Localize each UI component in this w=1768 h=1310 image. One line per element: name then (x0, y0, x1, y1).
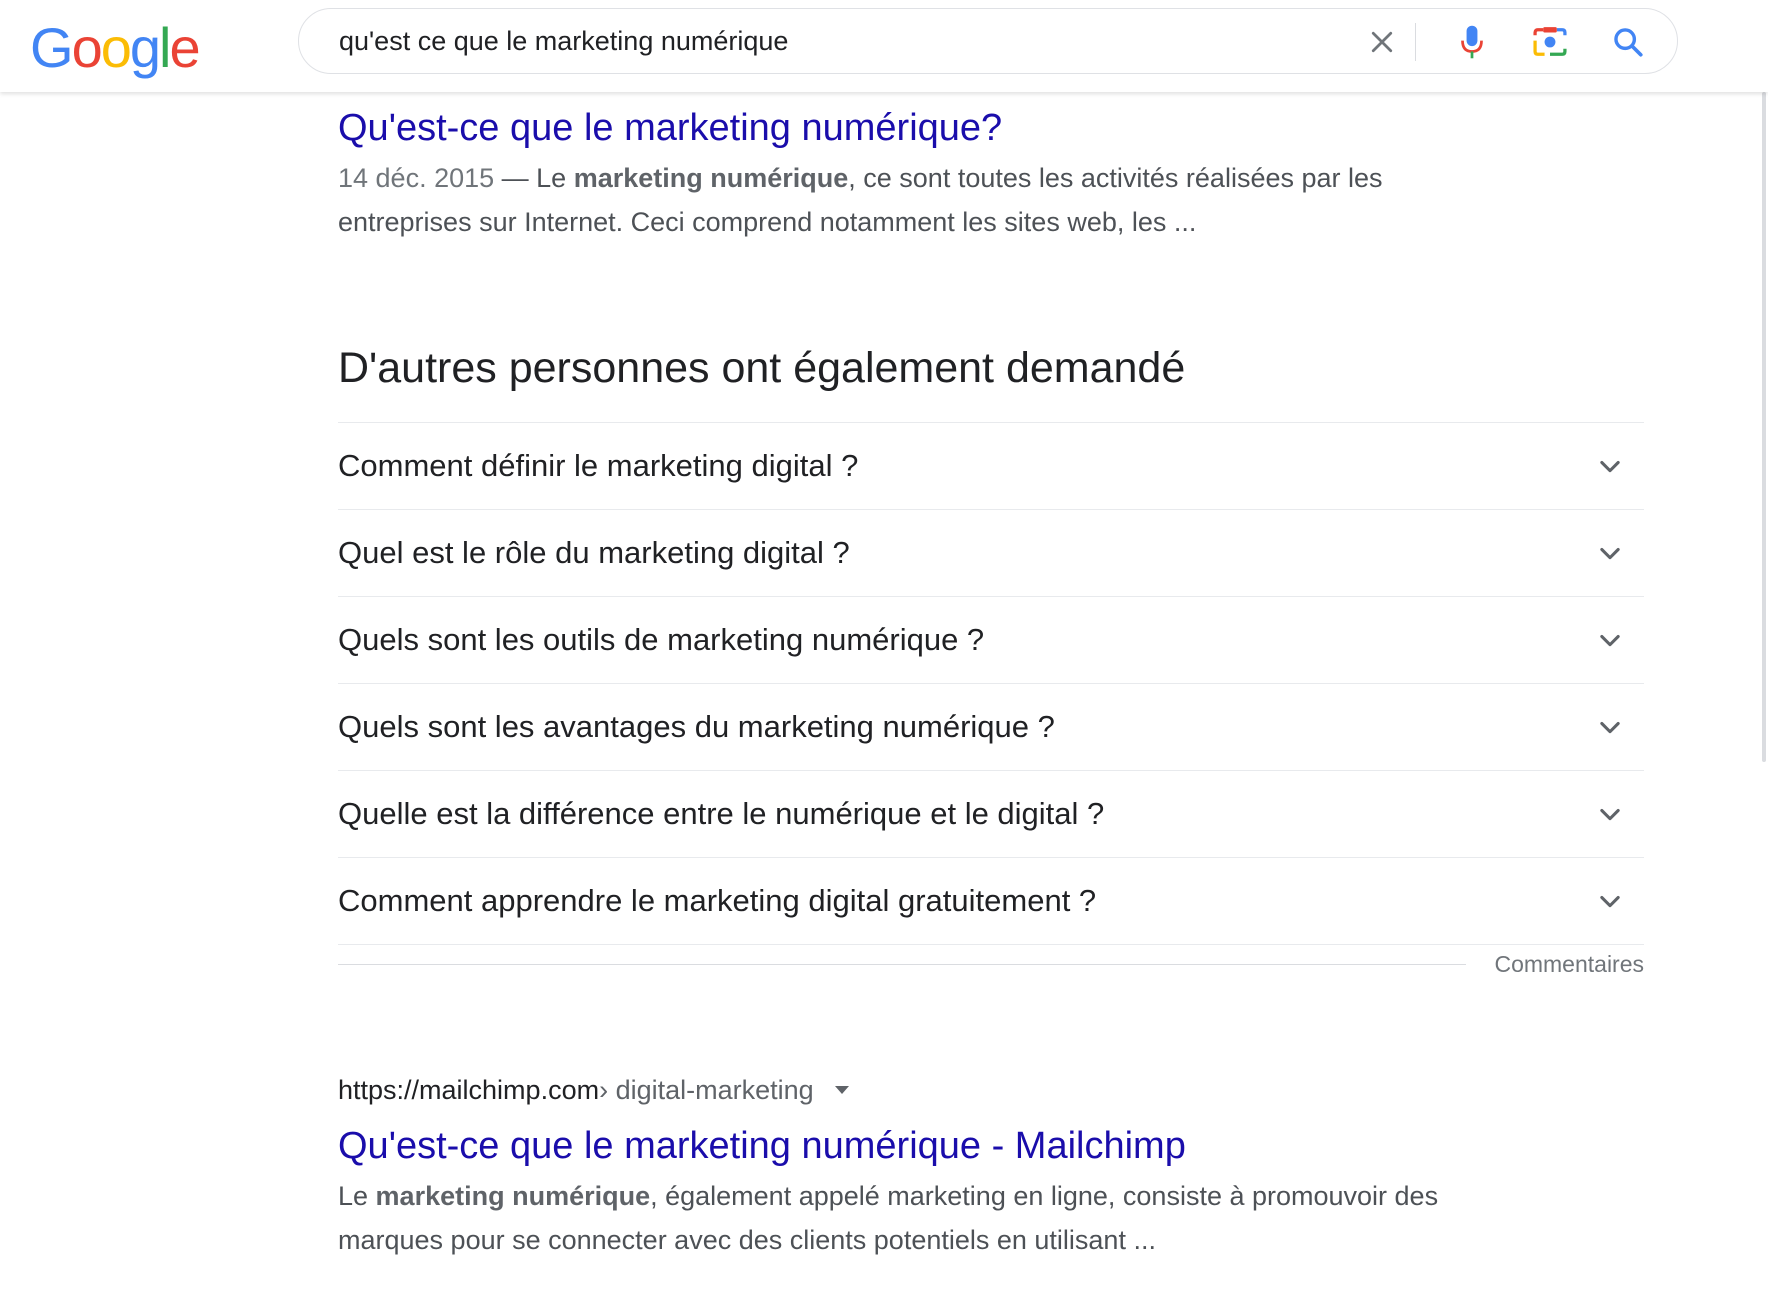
snippet-text-start: Le (338, 1181, 376, 1211)
snippet-text-start: Le (536, 163, 574, 193)
people-also-ask-item[interactable]: Comment apprendre le marketing digital g… (338, 858, 1644, 945)
chevron-down-icon[interactable] (1588, 792, 1632, 836)
people-also-ask-question: Quels sont les avantages du marketing nu… (338, 709, 1055, 744)
people-also-ask-question: Comment définir le marketing digital ? (338, 448, 859, 483)
snippet-highlight: marketing numérique (573, 163, 849, 193)
result-snippet: Le marketing numérique, également appelé… (338, 1174, 1468, 1262)
people-also-ask-question: Quels sont les outils de marketing numér… (338, 622, 985, 657)
people-also-ask-list: Comment définir le marketing digital ? Qu… (338, 422, 1644, 945)
search-icon (1614, 28, 1643, 57)
people-also-ask-question: Quelle est la différence entre le numéri… (338, 796, 1105, 831)
people-also-ask-heading: D'autres personnes ont également demandé (338, 344, 1186, 392)
search-result: https://mailchimp.com › digital-marketin… (338, 1070, 1468, 1262)
people-also-ask-item[interactable]: Quels sont les outils de marketing numér… (338, 597, 1644, 684)
scrollbar[interactable] (1762, 92, 1766, 762)
people-also-ask-item[interactable]: Quels sont les avantages du marketing nu… (338, 684, 1644, 771)
logo-letter: e (169, 15, 200, 79)
result-citation: https://mailchimp.com › digital-marketin… (338, 1070, 1468, 1110)
people-also-ask-item[interactable]: Quel est le rôle du marketing digital ? (338, 510, 1644, 597)
feedback-link[interactable]: Commentaires (1494, 951, 1644, 978)
result-snippet: 14 déc. 2015 — Le marketing numérique, c… (338, 156, 1468, 244)
logo-letter: g (129, 15, 161, 79)
people-also-ask-question: Comment apprendre le marketing digital g… (338, 883, 1097, 918)
logo-letter: o (71, 15, 103, 79)
result-title-link[interactable]: Qu'est-ce que le marketing numérique - M… (338, 1122, 1186, 1170)
chevron-down-icon[interactable] (1588, 444, 1632, 488)
logo-letter: o (100, 15, 132, 79)
dropdown-triangle-icon (834, 1086, 849, 1094)
date-separator: — (494, 163, 537, 193)
result-title-link[interactable]: Qu'est-ce que le marketing numérique? (338, 104, 1002, 152)
search-box-divider (1415, 23, 1416, 61)
snippet-highlight: marketing numérique (375, 1181, 651, 1211)
search-box (298, 8, 1678, 74)
image-search-button[interactable] (1527, 19, 1573, 65)
chevron-down-icon[interactable] (1588, 618, 1632, 662)
chevron-down-icon[interactable] (1588, 705, 1632, 749)
header: Google (0, 0, 1768, 92)
chevron-down-icon[interactable] (1588, 531, 1632, 575)
divider (338, 963, 1467, 965)
search-results-page: Google qu'est ce que le marketing numéri… (0, 0, 1768, 1310)
logo-letter: G (30, 15, 74, 79)
feedback-row: Commentaires (338, 944, 1644, 984)
close-icon (1371, 31, 1393, 53)
microphone-icon (1461, 25, 1483, 59)
logo-letter: l (159, 15, 172, 79)
chevron-down-icon[interactable] (1588, 879, 1632, 923)
result-date: 14 déc. 2015 (338, 163, 495, 193)
people-also-ask-item[interactable]: Quelle est la différence entre le numéri… (338, 771, 1644, 858)
search-result: Qu'est-ce que le marketing numérique? 14… (338, 104, 1468, 244)
people-also-ask-item[interactable]: Comment définir le marketing digital ? (338, 423, 1644, 510)
result-menu-button[interactable] (830, 1078, 854, 1102)
result-path: › digital-marketing (599, 1075, 814, 1105)
search-submit-button[interactable] (1605, 19, 1651, 65)
google-logo[interactable]: Google (30, 12, 201, 82)
people-also-ask-question: Quel est le rôle du marketing digital ? (338, 535, 850, 570)
clear-search-button[interactable] (1359, 19, 1405, 65)
search-input[interactable] (339, 9, 1319, 73)
voice-search-button[interactable] (1449, 19, 1495, 65)
camera-lens-icon (1533, 27, 1567, 56)
result-domain[interactable]: https://mailchimp.com (338, 1070, 599, 1110)
